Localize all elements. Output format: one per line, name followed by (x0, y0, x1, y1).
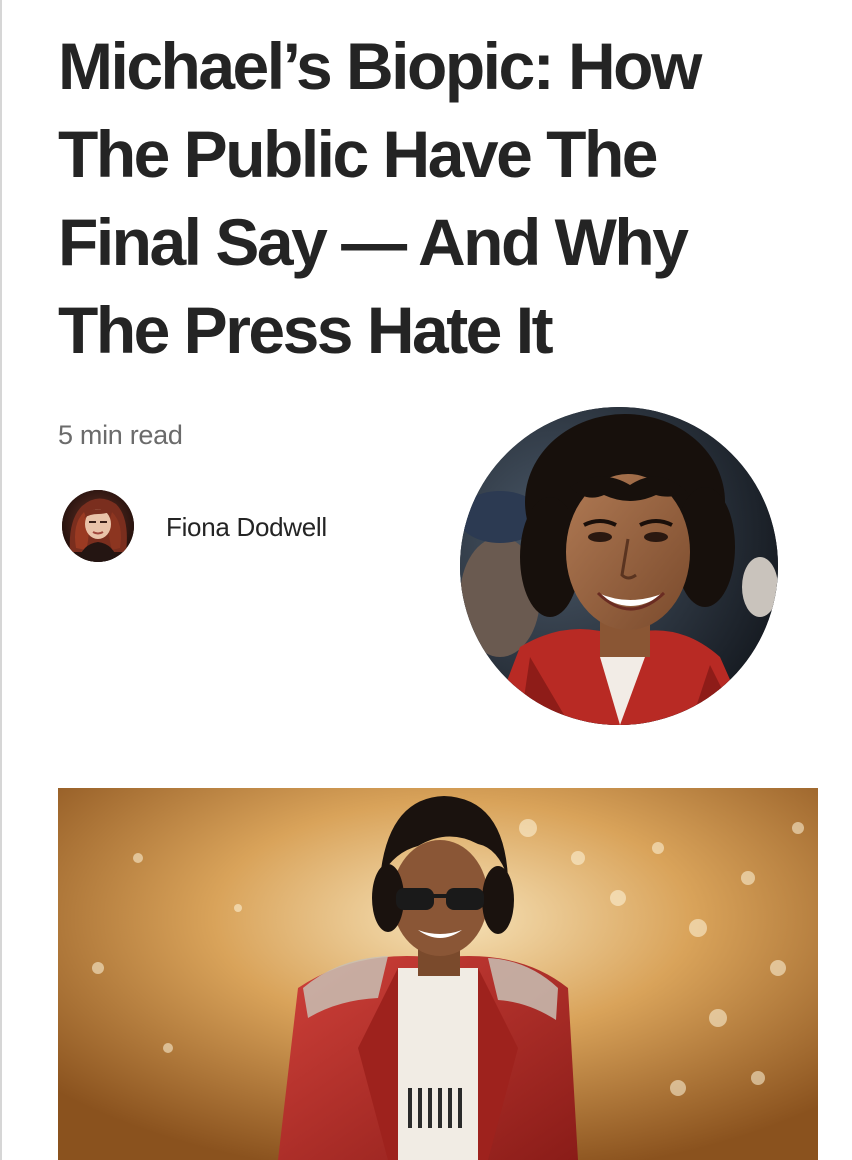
read-time: 5 min read (58, 420, 183, 450)
author-avatar-image (62, 490, 134, 562)
page-edge-divider (0, 0, 2, 1160)
article-page: Michael’s Biopic: How The Public Have Th… (0, 0, 852, 1160)
author-name[interactable]: Fiona Dodwell (166, 512, 327, 543)
hero-image (58, 788, 818, 1160)
hero-illustration (58, 788, 818, 1160)
author-avatar[interactable] (62, 490, 134, 562)
portrait-illustration (460, 407, 778, 725)
portrait-image (460, 407, 778, 725)
article-title: Michael’s Biopic: How The Public Have Th… (58, 29, 702, 367)
